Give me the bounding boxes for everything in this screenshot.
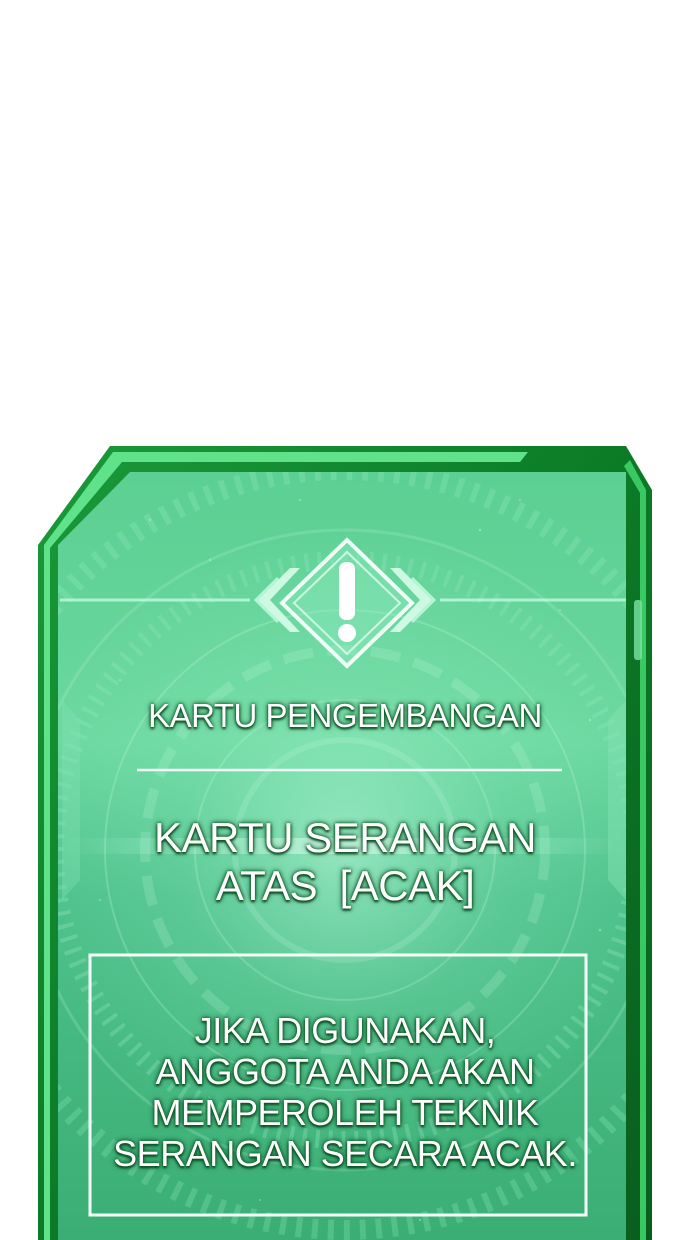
card-type-label: KARTU PENGEMBANGAN — [148, 697, 542, 734]
card-description: JIKA DIGUNAKAN, ANGGOTA ANDA AKAN MEMPER… — [0, 1010, 690, 1174]
card-name-line: KARTU SERANGAN — [154, 814, 536, 861]
description-line: MEMPEROLEH TEKNIK — [151, 1092, 539, 1133]
description-line: ANGGOTA ANDA AKAN — [155, 1051, 535, 1092]
description-line: JIKA DIGUNAKAN, — [194, 1010, 496, 1051]
card-name: KARTU SERANGAN ATAS [ACAK] — [0, 814, 690, 910]
description-line: SERANGAN SECARA ACAK. — [113, 1133, 577, 1174]
card-name-line: ATAS [ACAK] — [215, 862, 475, 909]
